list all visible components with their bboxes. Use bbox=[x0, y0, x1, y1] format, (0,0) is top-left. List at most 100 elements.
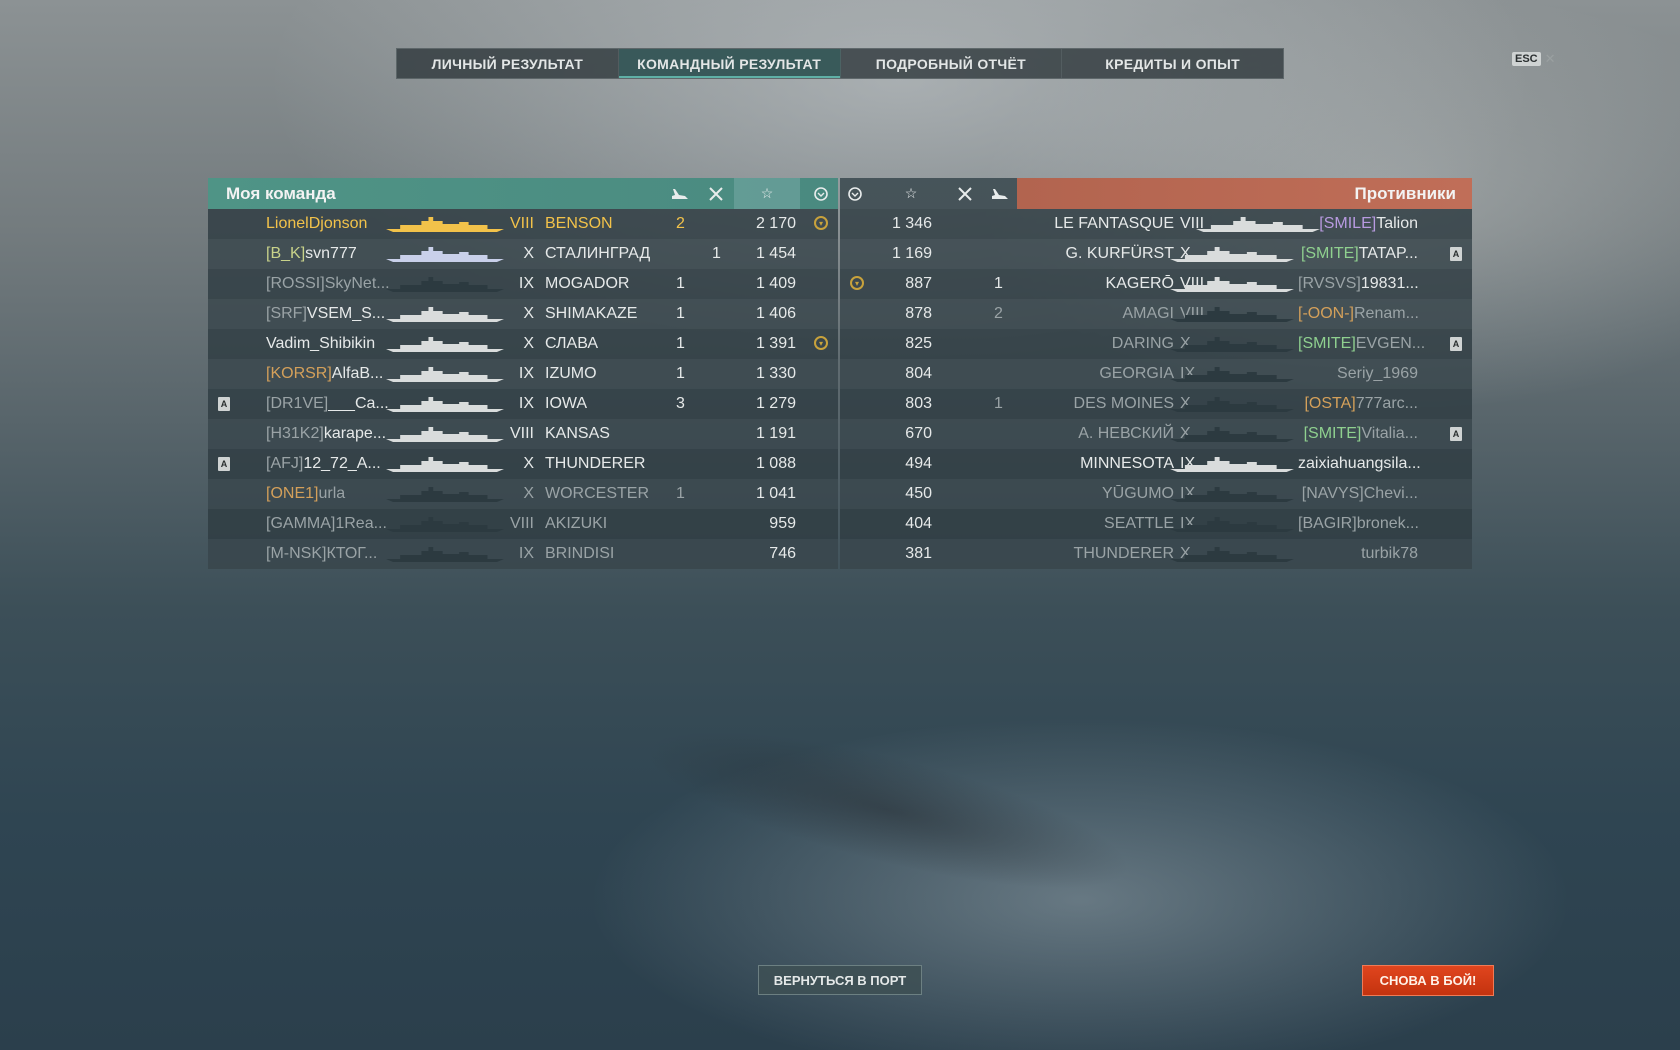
enemy-team-title: Противники bbox=[1354, 184, 1456, 203]
player-name[interactable]: [ROSSI]SkyNet... bbox=[266, 275, 390, 293]
ship-name: А. НЕВСКИЙ bbox=[1078, 425, 1174, 442]
tab-detailed-report[interactable]: ПОДРОБНЫЙ ОТЧЁТ bbox=[841, 49, 1063, 78]
table-row[interactable]: 670 А. НЕВСКИЙ X [SMITE]Vitalia... A bbox=[840, 419, 1472, 449]
table-row[interactable]: [B_K]svn777 X СТАЛИНГРАД 1 1 454 bbox=[208, 239, 838, 269]
ship-silhouette-icon bbox=[386, 335, 504, 353]
player-name[interactable]: [GAMMA]1Rea... bbox=[266, 515, 387, 533]
player-name[interactable]: [M-NSK]КТОГ... bbox=[266, 545, 377, 563]
player-name[interactable]: [-OON-]Renam... bbox=[1298, 305, 1419, 323]
close-icon[interactable]: ✕ bbox=[1545, 51, 1556, 67]
ship-tier: X bbox=[523, 335, 534, 352]
table-row[interactable]: LionelDjonson VIII BENSON 2 2 170 ▾ bbox=[208, 209, 838, 239]
tab-team-result[interactable]: КОМАНДНЫЙ РЕЗУЛЬТАТ bbox=[618, 49, 841, 78]
clan-tag: [SRF] bbox=[266, 305, 307, 322]
player-name[interactable]: turbik78 bbox=[1298, 545, 1418, 563]
ship-name: THUNDERER bbox=[1073, 545, 1174, 562]
plane-icon bbox=[665, 178, 695, 209]
player-name[interactable]: Seriy_1969 bbox=[1298, 365, 1418, 383]
ship-silhouette-icon bbox=[1170, 455, 1294, 473]
player-name[interactable]: [SMITE]TATAP... bbox=[1298, 245, 1418, 263]
player-nickname: EVGEN... bbox=[1355, 335, 1426, 352]
player-name[interactable]: [SMITE]Vitalia... bbox=[1298, 425, 1418, 443]
table-row[interactable]: [KORSR]AlfaB... IX IZUMO 1 1 330 bbox=[208, 359, 838, 389]
clan-tag: [SMITE] bbox=[1300, 245, 1359, 262]
table-row[interactable]: [ROSSI]SkyNet... IX MOGADOR 1 1 409 bbox=[208, 269, 838, 299]
return-to-port-button[interactable]: ВЕРНУТЬСЯ В ПОРТ bbox=[758, 965, 922, 995]
ship-silhouette-icon bbox=[1170, 395, 1294, 413]
ship-silhouette-icon bbox=[1170, 305, 1294, 323]
player-name[interactable]: [DR1VE]___Ca... bbox=[266, 395, 389, 413]
ship-silhouette-icon bbox=[386, 485, 504, 503]
crossed-swords-icon bbox=[950, 178, 980, 209]
player-nickname: karape... bbox=[323, 425, 387, 442]
table-row[interactable]: [H31K2]karape... VIII KANSAS 1 191 bbox=[208, 419, 838, 449]
table-row[interactable]: 1 346 LE FANTASQUE VIII [SMILE]Talion bbox=[840, 209, 1472, 239]
player-nickname: Vadim_Shibikin bbox=[266, 335, 376, 352]
base-xp: 1 191 bbox=[755, 425, 796, 442]
table-row[interactable]: 1 169 G. KURFÜRST X [SMITE]TATAP... A bbox=[840, 239, 1472, 269]
table-row[interactable]: [SRF]VSEM_S... X SHIMAKAZE 1 1 406 bbox=[208, 299, 838, 329]
player-name[interactable]: [BAGIR]bronek... bbox=[1298, 515, 1419, 533]
esc-key[interactable]: ESC bbox=[1512, 52, 1541, 66]
player-name[interactable]: [B_K]svn777 bbox=[266, 245, 357, 263]
player-name[interactable]: zaixiahuangsila... bbox=[1298, 455, 1421, 473]
player-name[interactable]: [KORSR]AlfaB... bbox=[266, 365, 383, 383]
player-nickname: Seriy_1969 bbox=[1337, 365, 1418, 382]
tab-credits-xp[interactable]: КРЕДИТЫ И ОПЫТ bbox=[1062, 49, 1283, 78]
table-row[interactable]: 825 DARING X [SMITE]EVGEN... A bbox=[840, 329, 1472, 359]
planes-destroyed: 1 bbox=[676, 335, 685, 352]
tab-personal-result[interactable]: ЛИЧНЫЙ РЕЗУЛЬТАТ bbox=[397, 49, 619, 78]
player-name[interactable]: [RVSVS]19831... bbox=[1298, 275, 1419, 293]
table-row[interactable]: 404 SEATTLE IX [BAGIR]bronek... bbox=[840, 509, 1472, 539]
player-nickname: 1Rea... bbox=[335, 515, 387, 532]
clan-tag: [SMITE] bbox=[1303, 425, 1362, 442]
player-name[interactable]: [SRF]VSEM_S... bbox=[266, 305, 385, 323]
my-team-title: Моя команда bbox=[226, 184, 336, 203]
ship-name: LE FANTASQUE bbox=[1054, 215, 1174, 232]
ship-name: IZUMO bbox=[545, 365, 597, 382]
ship-tier: X bbox=[523, 245, 534, 262]
ship-silhouette-icon bbox=[1170, 365, 1294, 383]
player-name[interactable]: [SMILE]Talion bbox=[1298, 215, 1418, 233]
player-name[interactable]: [AFJ]12_72_A... bbox=[266, 455, 381, 473]
base-xp: 670 bbox=[905, 425, 932, 442]
table-row[interactable]: [M-NSK]КТОГ... IX BRINDISI 746 bbox=[208, 539, 838, 569]
table-row[interactable]: A [AFJ]12_72_A... X THUNDERER 1 088 bbox=[208, 449, 838, 479]
ship-tier: VIII bbox=[509, 215, 534, 232]
division-badge-icon: A bbox=[218, 457, 230, 471]
player-name[interactable]: [NAVYS]Chevi... bbox=[1298, 485, 1418, 503]
ship-silhouette-icon bbox=[386, 275, 504, 293]
division-badge-icon: A bbox=[1450, 427, 1462, 441]
ships-destroyed: 1 bbox=[712, 245, 721, 262]
player-name[interactable]: [SMITE]EVGEN... bbox=[1298, 335, 1425, 353]
table-row[interactable]: A [DR1VE]___Ca... IX IOWA 3 1 279 bbox=[208, 389, 838, 419]
star-icon: ☆ bbox=[878, 178, 944, 209]
player-name[interactable]: [H31K2]karape... bbox=[266, 425, 386, 443]
ship-silhouette-icon bbox=[1170, 275, 1294, 293]
player-name[interactable]: [ONE1]urla bbox=[266, 485, 345, 503]
player-name[interactable]: [OSTA]777arc... bbox=[1298, 395, 1418, 413]
table-row[interactable]: 450 YŪGUMO IX [NAVYS]Chevi... bbox=[840, 479, 1472, 509]
player-nickname: 12_72_A... bbox=[303, 455, 381, 472]
player-nickname: Chevi... bbox=[1363, 485, 1418, 502]
player-nickname: bronek... bbox=[1356, 515, 1419, 532]
player-name[interactable]: LionelDjonson bbox=[266, 215, 367, 233]
table-row[interactable]: Vadim_Shibikin X СЛАВА 1 1 391 ▾ bbox=[208, 329, 838, 359]
close-button[interactable]: ESC ✕ bbox=[1512, 51, 1556, 67]
table-row[interactable]: 804 GEORGIA IX Seriy_1969 bbox=[840, 359, 1472, 389]
ship-name: AMAGI bbox=[1122, 305, 1174, 322]
player-nickname: VSEM_S... bbox=[306, 305, 386, 322]
my-team-rows: LionelDjonson VIII BENSON 2 2 170 ▾ [B_K]svn77… bbox=[208, 209, 838, 569]
table-row[interactable]: 494 MINNESOTA IX zaixiahuangsila... bbox=[840, 449, 1472, 479]
ship-name: SHIMAKAZE bbox=[545, 305, 638, 322]
player-name[interactable]: Vadim_Shibikin bbox=[266, 335, 375, 353]
table-row[interactable]: [ONE1]urla X WORCESTER 1 1 041 bbox=[208, 479, 838, 509]
table-row[interactable]: [GAMMA]1Rea... VIII AKIZUKI 959 bbox=[208, 509, 838, 539]
ship-silhouette-icon bbox=[386, 365, 504, 383]
table-row[interactable]: 878 2 AMAGI VIII [-OON-]Renam... bbox=[840, 299, 1472, 329]
table-row[interactable]: 381 THUNDERER Xturbik78 bbox=[840, 539, 1472, 569]
table-row[interactable]: 803 1 DES MOINES X [OSTA]777arc... bbox=[840, 389, 1472, 419]
battle-again-button[interactable]: СНОВА В БОЙ! bbox=[1362, 965, 1494, 996]
table-row[interactable]: ▾ 887 1 KAGERŌ VIII [RVSVS]19831... bbox=[840, 269, 1472, 299]
clan-tag: [KORSR] bbox=[266, 365, 332, 382]
